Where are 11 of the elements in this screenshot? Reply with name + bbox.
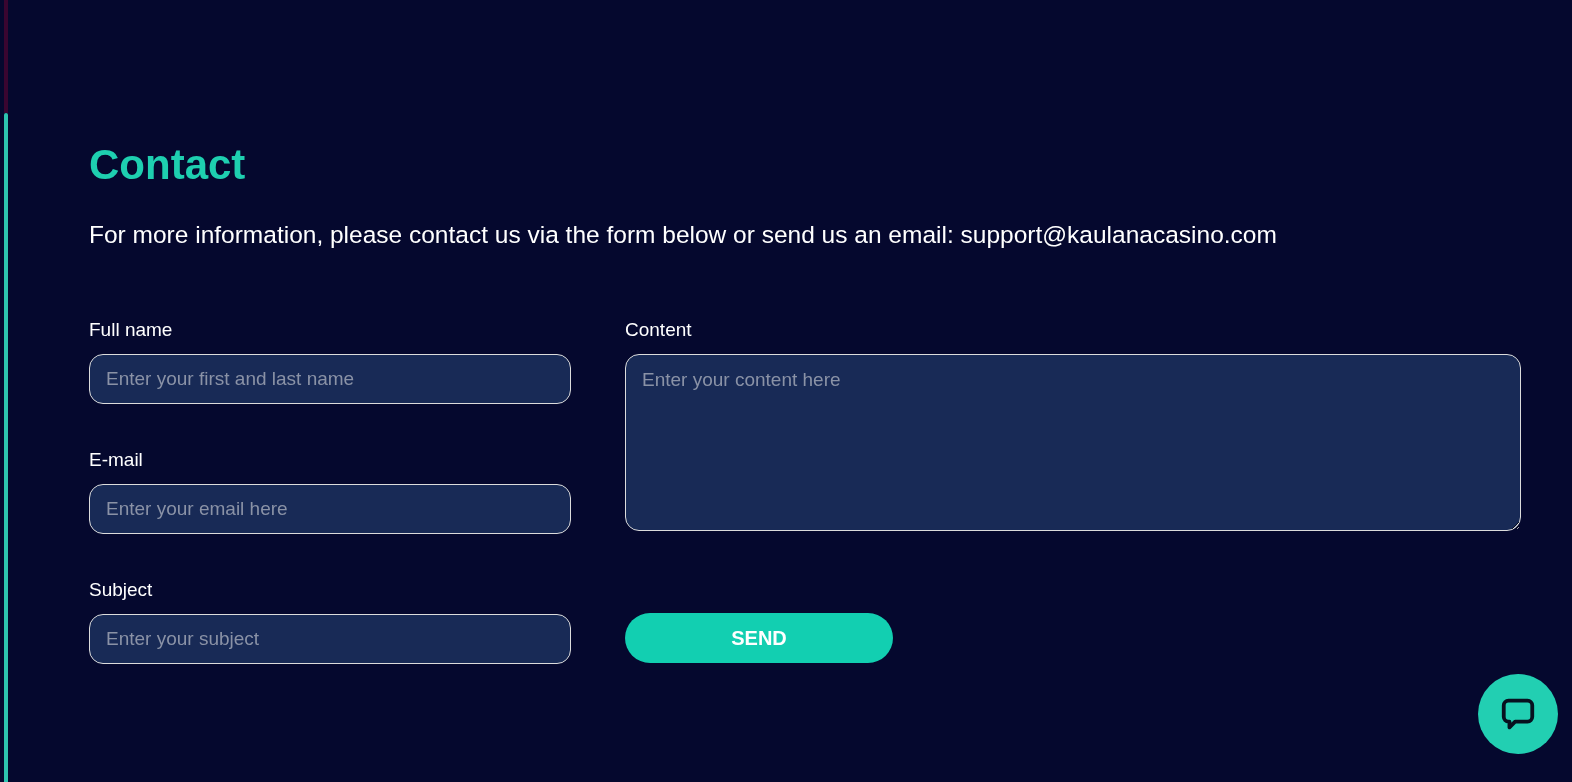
input-field[interactable]: Enter your email here [89, 484, 571, 534]
input-field[interactable]: Enter your first and last name [89, 354, 571, 404]
input-field[interactable]: Enter your subject [89, 614, 571, 664]
field-label: E-mail [89, 448, 144, 472]
field-label: Content [625, 318, 693, 342]
send-button[interactable]: SEND [625, 613, 893, 663]
field-label: Full name [89, 318, 174, 342]
page-title: Contact [89, 140, 247, 190]
text-area[interactable]: Enter your content here [625, 354, 1521, 531]
intro-text: For more information, please contact us via the form below or send us an email: support@kaulanacasino.com [89, 220, 1278, 250]
field-label: Subject [89, 578, 154, 602]
